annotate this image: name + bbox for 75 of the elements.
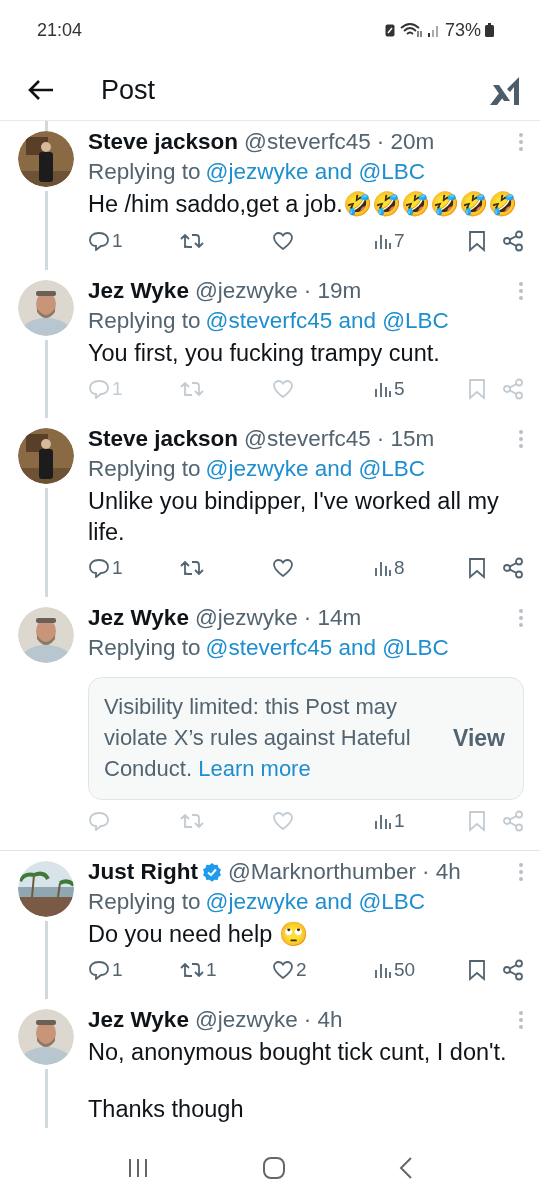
view-count: 5 — [394, 378, 405, 401]
wifi-icon — [398, 22, 423, 38]
reply-count: 1 — [112, 959, 123, 982]
author-handle[interactable]: @jezwyke — [194, 277, 298, 304]
battery-saver-icon — [384, 23, 395, 37]
mention-link[interactable]: @jezwyke and @LBC — [205, 456, 426, 482]
view-count: 7 — [394, 229, 405, 252]
author-name[interactable]: Jez Wyke — [88, 605, 189, 632]
share-icon[interactable] — [502, 557, 524, 580]
author-handle[interactable]: @jezwyke — [194, 1007, 298, 1034]
reply-count: 1 — [112, 557, 123, 580]
post-text: No, anonymous bought tick cunt, I don't. — [88, 1039, 507, 1066]
home-icon[interactable] — [262, 1156, 286, 1180]
view-button[interactable]: View — [449, 720, 509, 756]
reply-icon[interactable] — [88, 558, 110, 579]
post-time: · 20m — [376, 129, 435, 155]
post-time: · 14m — [303, 605, 362, 632]
reply-icon[interactable] — [88, 230, 110, 251]
views-icon[interactable] — [374, 961, 392, 980]
back-arrow-icon[interactable] — [28, 79, 54, 101]
author-name[interactable]: Steve jackson — [88, 129, 239, 155]
post-time: · 19m — [303, 277, 362, 304]
page-title: Post — [101, 74, 157, 106]
slash-logo-icon[interactable] — [490, 75, 520, 105]
mention-link[interactable]: @steverfc45 and @LBC — [205, 307, 449, 333]
share-icon[interactable] — [502, 229, 524, 252]
post-text: Thanks though — [88, 1095, 244, 1122]
post-text: Unlike you bindipper, I've worked all my life. — [88, 488, 499, 545]
battery-icon — [485, 23, 494, 37]
signal-icon — [426, 23, 441, 37]
like-count: 2 — [296, 959, 307, 982]
back-icon[interactable] — [399, 1156, 414, 1180]
reply-count: 1 — [112, 378, 123, 401]
bookmark-icon[interactable] — [468, 229, 486, 252]
author-handle[interactable]: @jezwyke — [194, 605, 298, 632]
heart-icon[interactable] — [272, 960, 294, 981]
replying-label: Replying to — [88, 888, 201, 914]
status-time: 21:04 — [37, 19, 83, 41]
replying-label: Replying to — [88, 635, 201, 661]
heart-icon[interactable] — [272, 558, 294, 579]
view-count: 8 — [394, 557, 405, 580]
reply-icon[interactable] — [88, 960, 110, 981]
author-name[interactable]: Steve jackson — [88, 426, 239, 453]
author-name[interactable]: Jez Wyke — [88, 1007, 189, 1034]
reply-count: 1 — [112, 229, 123, 252]
notice-text: Visibility limited: this Post may violate X’s rules against Hateful Conduct. Learn more — [104, 693, 412, 783]
post-text: Do you need help 🙄 — [88, 920, 308, 947]
post-time: · 15m — [376, 426, 435, 453]
mention-link[interactable]: @steverfc45 and @LBC — [205, 635, 449, 661]
bookmark-icon[interactable] — [468, 959, 486, 982]
replying-label: Replying to — [88, 456, 201, 482]
post-text: You first, you fucking trampy cunt. — [88, 339, 440, 366]
learn-more-link[interactable]: Learn more — [198, 755, 311, 781]
post-time: · 4h — [303, 1007, 343, 1034]
author-handle[interactable]: @steverfc45 — [244, 129, 371, 155]
replying-label: Replying to — [88, 159, 201, 184]
mention-link[interactable]: @jezwyke and @LBC — [205, 159, 426, 184]
views-icon[interactable] — [374, 380, 392, 399]
battery-percent: 73% — [444, 19, 481, 41]
views-icon[interactable] — [374, 559, 392, 578]
bookmark-icon[interactable] — [468, 557, 486, 580]
view-count: 50 — [394, 959, 416, 982]
replying-label: Replying to — [88, 307, 201, 333]
author-name[interactable]: Jez Wyke — [88, 277, 189, 304]
author-name[interactable]: Just Right — [88, 858, 198, 885]
share-icon[interactable] — [502, 959, 524, 982]
repost-count: 1 — [206, 959, 217, 982]
recent-apps-icon[interactable] — [126, 1158, 149, 1178]
post-time: · 4h — [421, 858, 461, 885]
mention-link[interactable]: @jezwyke and @LBC — [205, 888, 426, 914]
author-handle[interactable]: @Marknorthumber — [228, 858, 416, 885]
post-text: He /him saddo,get a job.🤣🤣🤣🤣🤣🤣 — [88, 191, 517, 217]
author-handle[interactable]: @steverfc45 — [244, 426, 371, 453]
view-count: 1 — [394, 809, 405, 832]
heart-icon[interactable] — [272, 230, 294, 251]
